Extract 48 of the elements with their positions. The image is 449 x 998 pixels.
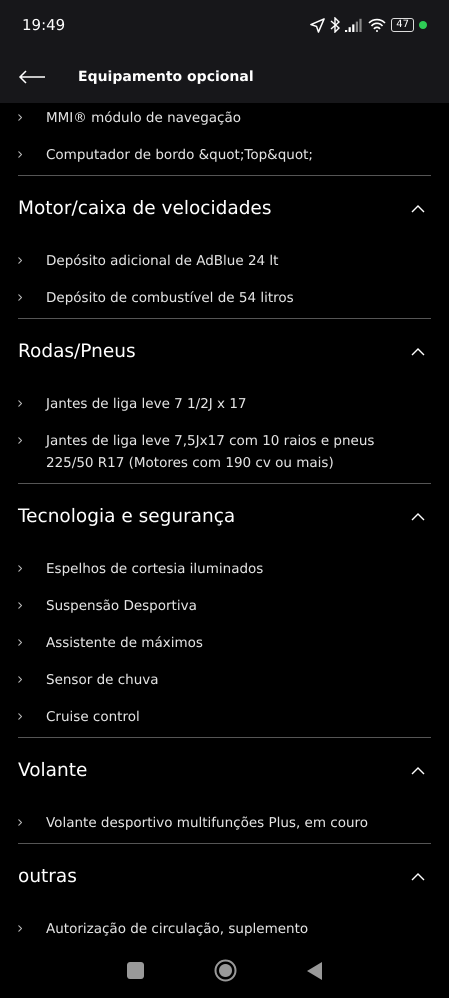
back-icon[interactable] bbox=[307, 962, 322, 980]
section-header[interactable]: outras bbox=[18, 844, 431, 910]
signal-icon bbox=[345, 18, 364, 32]
equipment-item: MMI® módulo de navegação bbox=[46, 108, 242, 128]
chevron-right-icon bbox=[18, 151, 22, 158]
chevron-right-icon bbox=[18, 565, 22, 572]
equipment-item: Espelhos de cortesia iluminados bbox=[46, 560, 264, 578]
chevron-right-icon bbox=[18, 294, 22, 301]
location-icon bbox=[310, 18, 326, 32]
chevron-up-icon bbox=[411, 348, 425, 356]
wifi-icon bbox=[368, 18, 386, 32]
equipment-item: Cruise control bbox=[46, 708, 141, 726]
chevron-right-icon bbox=[18, 114, 22, 121]
section-header[interactable]: Tecnologia e segurança bbox=[18, 484, 431, 550]
chevron-right-icon bbox=[18, 639, 22, 646]
chevron-right-icon bbox=[18, 676, 22, 683]
recent-apps-icon[interactable] bbox=[127, 962, 144, 979]
section-header[interactable]: Motor/caixa de velocidades bbox=[18, 176, 431, 242]
battery-icon: 47 bbox=[391, 18, 414, 32]
equipment-item: Sensor de chuva bbox=[46, 670, 160, 690]
chevron-right-icon bbox=[18, 819, 22, 826]
section-header[interactable]: Volante bbox=[18, 738, 431, 804]
chevron-up-icon bbox=[411, 513, 425, 521]
section-header[interactable]: Rodas/Pneus bbox=[18, 319, 431, 385]
equipment-item: Computador de bordo &quot;Top&quot; bbox=[46, 146, 314, 164]
equipment-item: Suspensão Desportiva bbox=[46, 596, 198, 616]
chevron-right-icon bbox=[18, 713, 22, 720]
page-title: Equipamento opcional bbox=[78, 68, 254, 84]
back-button[interactable] bbox=[18, 70, 46, 84]
chevron-right-icon bbox=[18, 257, 22, 264]
equipment-item: Jantes de liga leve 7,5Jx17 com 10 raios e pneus 225/50 R17 (Motores com 190 cv ou mais) bbox=[46, 432, 376, 472]
chevron-up-icon bbox=[411, 873, 425, 881]
equipment-item: Volante desportivo multifunções Plus, em couro bbox=[46, 814, 370, 832]
chevron-up-icon bbox=[411, 767, 425, 775]
status-dot-icon bbox=[419, 21, 427, 29]
equipment-item: Depósito de combustível de 54 litros bbox=[46, 288, 295, 308]
bluetooth-icon bbox=[330, 17, 340, 33]
equipment-item: Jantes de liga leve 7 1/2J x 17 bbox=[46, 394, 248, 414]
status-time: 19:49 bbox=[22, 16, 66, 34]
equipment-item: Depósito adicional de AdBlue 24 lt bbox=[46, 252, 280, 270]
home-icon[interactable] bbox=[214, 959, 237, 982]
chevron-right-icon bbox=[18, 602, 22, 609]
chevron-up-icon bbox=[411, 205, 425, 213]
chevron-right-icon bbox=[18, 437, 22, 444]
equipment-item: Assistente de máximos bbox=[46, 634, 204, 652]
chevron-right-icon bbox=[18, 925, 22, 932]
equipment-item: Autorização de circulação, suplemento bbox=[46, 920, 310, 938]
chevron-right-icon bbox=[18, 400, 22, 407]
